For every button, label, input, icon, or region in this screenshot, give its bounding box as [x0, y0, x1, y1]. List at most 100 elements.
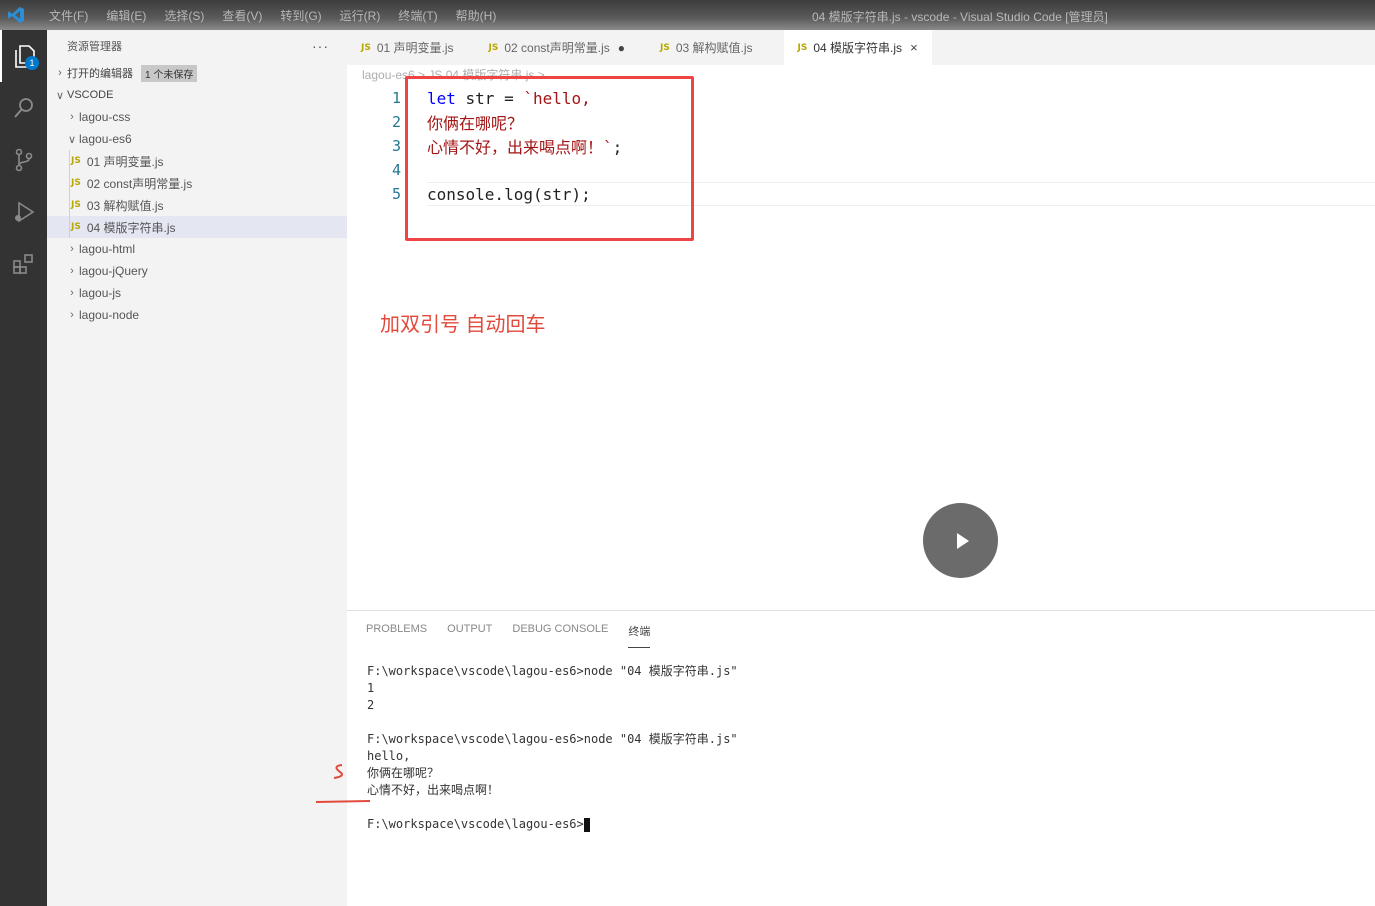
folder-lagou-jquery[interactable]: › lagou-jQuery	[47, 260, 347, 282]
file-label: 04 模版字符串.js	[86, 220, 176, 235]
terminal-line: hello,	[367, 749, 411, 763]
folder-label: lagou-node	[79, 308, 140, 322]
tab-02[interactable]: JS 02 const声明常量.js ●	[469, 30, 640, 65]
code-line: 2 你俩在哪呢？	[347, 110, 523, 134]
folder-lagou-html[interactable]: › lagou-html	[47, 238, 347, 260]
terminal-line: F:\workspace\vscode\lagou-es6>node "04 模…	[367, 664, 738, 678]
editor-tabs: JS 01 声明变量.js JS 02 const声明常量.js ● JS 03…	[347, 30, 1375, 65]
tab-03[interactable]: JS 03 解构赋值.js	[640, 30, 784, 65]
menu-item-file[interactable]: 文件(F)	[40, 7, 97, 24]
chevron-right-icon: ›	[70, 111, 74, 123]
indent-guide	[69, 194, 70, 216]
activity-bar: 1	[0, 30, 47, 906]
explorer-icon[interactable]: 1	[0, 30, 47, 82]
source-control-icon[interactable]	[0, 134, 47, 186]
file-item[interactable]: JS 02 const声明常量.js	[47, 172, 347, 194]
explorer-badge: 1	[25, 56, 39, 70]
folder-lagou-js[interactable]: › lagou-js	[47, 282, 347, 304]
tab-label: 03 解构赋值.js	[675, 41, 753, 55]
file-label: 02 const声明常量.js	[86, 176, 193, 191]
chevron-right-icon: ›	[58, 67, 62, 79]
window-title: 04 模版字符串.js - vscode - Visual Studio Cod…	[812, 10, 1108, 24]
panel-tabs: PROBLEMS OUTPUT DEBUG CONSOLE 终端	[366, 623, 651, 648]
js-file-icon: JS	[488, 42, 499, 53]
js-file-icon: JS	[71, 178, 81, 188]
explorer-header: 资源管理器 ···	[47, 30, 347, 62]
indent-guide	[69, 150, 70, 172]
tab-terminal[interactable]: 终端	[628, 623, 651, 648]
chevron-right-icon: ›	[70, 243, 74, 255]
folder-lagou-node[interactable]: › lagou-node	[47, 304, 347, 326]
tab-01[interactable]: JS 01 声明变量.js	[347, 30, 469, 65]
js-file-icon: JS	[797, 42, 808, 53]
terminal-output[interactable]: F:\workspace\vscode\lagou-es6>node "04 模…	[367, 663, 738, 833]
folder-label: lagou-jQuery	[79, 264, 148, 278]
file-item-selected[interactable]: JS 04 模版字符串.js	[47, 216, 347, 238]
line-number: 5	[391, 185, 401, 203]
tab-label: 02 const声明常量.js	[504, 41, 610, 55]
js-file-icon: JS	[71, 156, 81, 166]
folder-label: lagou-html	[79, 242, 136, 256]
tab-problems[interactable]: PROBLEMS	[366, 623, 427, 648]
tab-label: 01 声明变量.js	[376, 41, 454, 55]
file-item[interactable]: JS 03 解构赋值.js	[47, 194, 347, 216]
code-editor[interactable]: 1 let str = `hello, 2 你俩在哪呢？ 3 心情不好，出来喝点…	[347, 76, 1375, 606]
tab-label: 04 模版字符串.js	[813, 41, 903, 55]
explorer-sidebar: 资源管理器 ··· › 打开的编辑器 1 个未保存 ∨ VSCODE › lag…	[47, 30, 347, 906]
folder-lagou-css[interactable]: › lagou-css	[47, 106, 347, 128]
run-debug-icon[interactable]	[0, 186, 47, 238]
highlight-box-annotation	[405, 76, 694, 241]
file-item[interactable]: JS 01 声明变量.js	[47, 150, 347, 172]
terminal-prompt-line: F:\workspace\vscode\lagou-es6>	[367, 816, 738, 833]
folder-lagou-es6[interactable]: ∨ lagou-es6	[47, 128, 347, 150]
js-file-icon: JS	[71, 200, 81, 210]
terminal-line: 2	[367, 698, 375, 712]
more-actions-icon[interactable]: ···	[312, 38, 329, 54]
tab-output[interactable]: OUTPUT	[447, 623, 492, 648]
terminal-line: 你俩在哪呢？	[367, 766, 440, 780]
close-icon[interactable]: ×	[910, 40, 918, 55]
open-editors-label: 打开的编辑器	[67, 68, 133, 80]
unsaved-dot-icon[interactable]: ●	[618, 41, 625, 55]
folder-label: lagou-js	[79, 286, 122, 300]
indent-guide	[69, 172, 70, 194]
terminal-line: F:\workspace\vscode\lagou-es6>node "04 模…	[367, 732, 738, 746]
chevron-right-icon: ›	[70, 309, 74, 321]
workspace-root[interactable]: ∨ VSCODE	[47, 84, 347, 106]
chevron-down-icon: ∨	[55, 89, 65, 102]
line-number: 1	[391, 89, 401, 107]
folder-label: lagou-es6	[79, 132, 132, 146]
tab-debug-console[interactable]: DEBUG CONSOLE	[512, 623, 608, 648]
menu-item-selection[interactable]: 选择(S)	[155, 7, 213, 24]
js-file-icon: JS	[660, 42, 670, 53]
play-button[interactable]	[923, 503, 998, 578]
tab-04-active[interactable]: JS 04 模版字符串.js ×	[783, 30, 933, 65]
js-file-icon: JS	[71, 222, 81, 232]
menu-item-view[interactable]: 查看(V)	[213, 7, 271, 24]
file-label: 01 声明变量.js	[86, 154, 164, 169]
chevron-down-icon: ∨	[67, 133, 77, 146]
code-line: 5 console.log(str);	[347, 182, 591, 206]
menu-bar: 文件(F) 编辑(E) 选择(S) 查看(V) 转到(G) 运行(R) 终端(T…	[40, 7, 505, 24]
terminal-cursor	[583, 817, 590, 832]
folder-label: lagou-css	[79, 110, 131, 124]
menu-item-terminal[interactable]: 终端(T)	[389, 7, 446, 24]
menu-item-goto[interactable]: 转到(G)	[271, 7, 330, 24]
extensions-icon[interactable]	[0, 238, 47, 290]
open-editors-section[interactable]: › 打开的编辑器 1 个未保存	[47, 62, 347, 84]
workspace-root-label: VSCODE	[67, 89, 114, 101]
menu-item-help[interactable]: 帮助(H)	[447, 7, 506, 24]
title-bar: 文件(F) 编辑(E) 选择(S) 查看(V) 转到(G) 运行(R) 终端(T…	[0, 0, 1375, 30]
line-number: 2	[391, 113, 401, 131]
chevron-right-icon: ›	[70, 287, 74, 299]
annotation-text: 加双引号 自动回车	[380, 314, 546, 336]
code-line: 4	[347, 158, 401, 182]
menu-item-edit[interactable]: 编辑(E)	[97, 7, 155, 24]
menu-item-run[interactable]: 运行(R)	[331, 7, 390, 24]
js-file-icon: JS	[361, 42, 371, 53]
explorer-title: 资源管理器	[67, 41, 122, 53]
line-number: 4	[391, 161, 401, 179]
terminal-line: 1	[367, 681, 375, 695]
search-icon[interactable]	[0, 82, 47, 134]
